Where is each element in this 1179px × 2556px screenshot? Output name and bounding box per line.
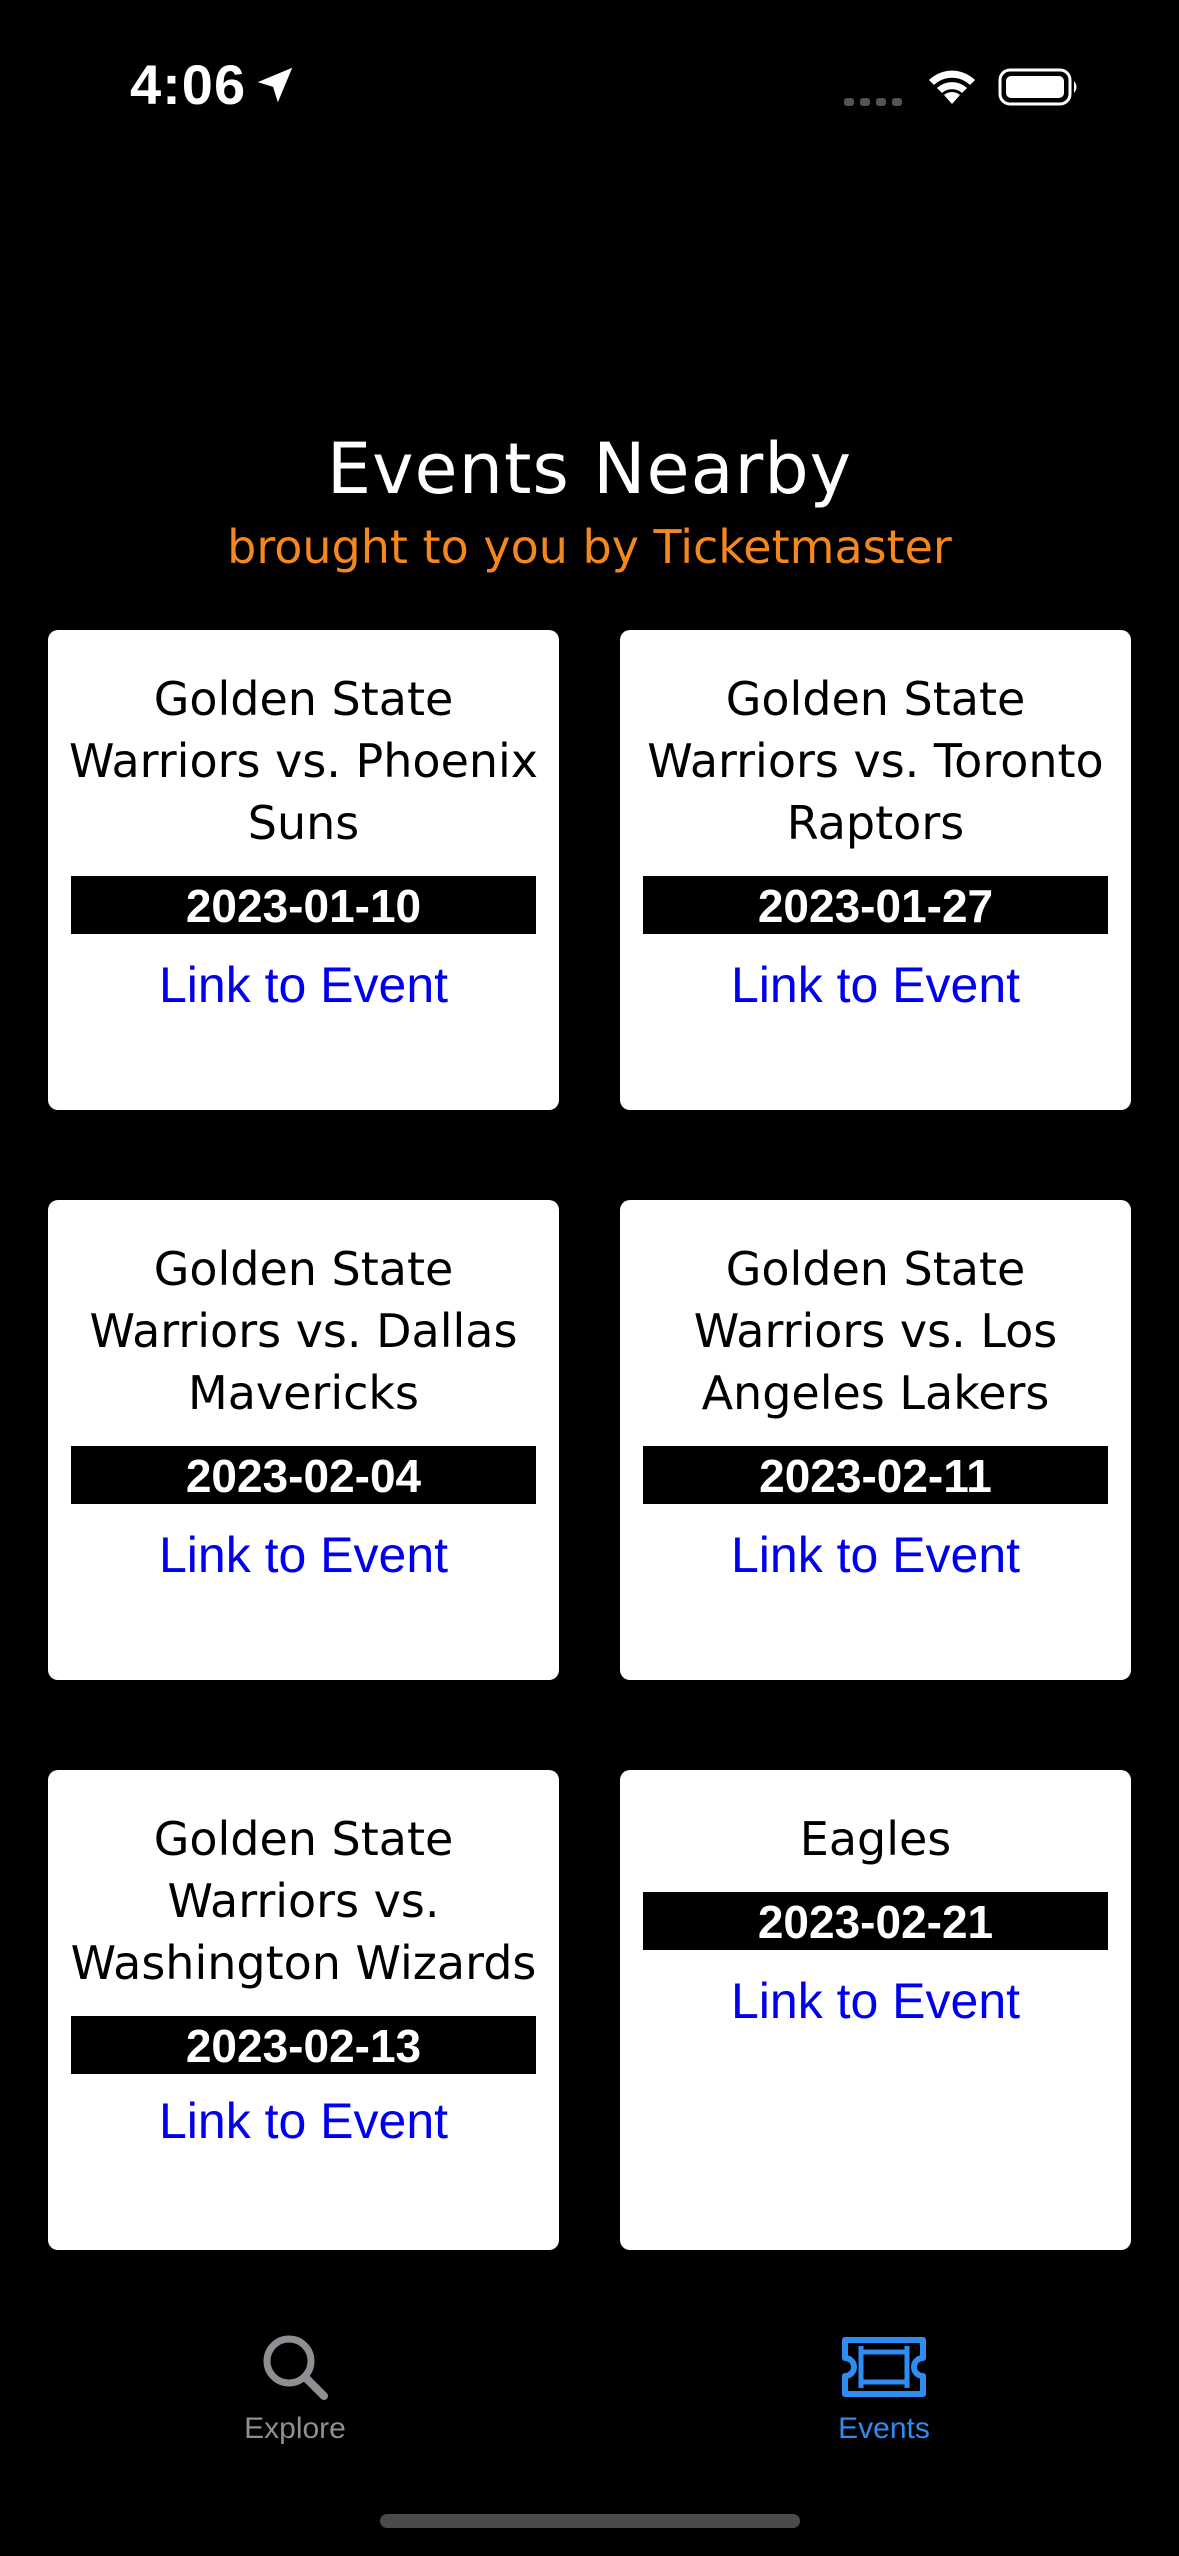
event-title: Golden State Warriors vs. Phoenix Suns (68, 672, 539, 850)
tab-label: Events (838, 2412, 930, 2445)
event-title: Golden State Warriors vs. Washington Wiz… (70, 1812, 537, 1990)
event-link[interactable]: Link to Event (48, 956, 559, 1014)
event-link[interactable]: Link to Event (620, 1526, 1131, 1584)
event-date: 2023-01-27 (643, 876, 1108, 934)
event-title: Eagles (799, 1812, 952, 1866)
event-card: Golden State Warriors vs. Los Angeles La… (620, 1200, 1131, 1680)
event-date: 2023-02-04 (71, 1446, 536, 1504)
event-title: Golden State Warriors vs. Toronto Raptor… (647, 672, 1104, 850)
event-link[interactable]: Link to Event (48, 2092, 559, 2150)
page-subtitle: brought to you by Ticketmaster (227, 520, 952, 574)
event-link[interactable]: Link to Event (48, 1526, 559, 1584)
event-title: Golden State Warriors vs. Dallas Maveric… (89, 1242, 518, 1420)
tab-explore[interactable]: Explore (145, 2330, 445, 2446)
status-bar: 4:06 (0, 0, 1179, 170)
event-link[interactable]: Link to Event (620, 1972, 1131, 2030)
event-title: Golden State Warriors vs. Los Angeles La… (693, 1242, 1058, 1420)
event-card: Eagles 2023-02-21 Link to Event (620, 1770, 1131, 2250)
event-card: Golden State Warriors vs. Toronto Raptor… (620, 630, 1131, 1110)
magnifying-glass-icon (263, 2335, 328, 2400)
battery-icon (998, 68, 1077, 106)
event-date: 2023-02-13 (71, 2016, 536, 2074)
event-card: Golden State Warriors vs. Dallas Maveric… (48, 1200, 559, 1680)
ticket-icon (842, 2337, 926, 2397)
event-date: 2023-02-21 (643, 1892, 1108, 1950)
location-arrow-icon (257, 67, 293, 103)
event-card: Golden State Warriors vs. Phoenix Suns 2… (48, 630, 559, 1110)
event-card: Golden State Warriors vs. Washington Wiz… (48, 1770, 559, 2250)
tab-label: Explore (244, 2412, 346, 2445)
status-time: 4:06 (130, 53, 247, 116)
event-link[interactable]: Link to Event (620, 956, 1131, 1014)
wifi-icon (929, 70, 975, 104)
page-title: Events Nearby (326, 428, 853, 510)
home-indicator[interactable] (380, 2514, 800, 2528)
event-date: 2023-01-10 (71, 876, 536, 934)
tab-events[interactable]: Events (734, 2330, 1034, 2446)
cellular-signal-icon (844, 98, 902, 106)
event-date: 2023-02-11 (643, 1446, 1108, 1504)
